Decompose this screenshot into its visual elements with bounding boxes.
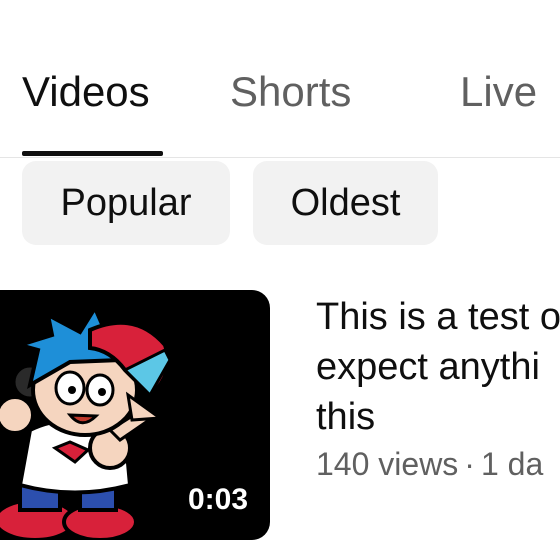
video-title-line-1[interactable]: This is a test o [316, 294, 560, 340]
tab-videos[interactable]: Videos [22, 66, 150, 118]
channel-tabs: Videos Shorts Live [0, 0, 560, 158]
video-metadata: 140 views · 1 da [316, 444, 560, 484]
video-list-item[interactable]: 0:03 This is a test o expect anythi this… [0, 290, 560, 540]
video-title-line-2[interactable]: expect anythi [316, 344, 560, 390]
channel-videos-page: Videos Shorts Live Popular Oldest 0:03 T… [0, 0, 560, 560]
tab-shorts[interactable]: Shorts [230, 66, 351, 118]
chip-popular[interactable]: Popular [22, 161, 230, 245]
video-title-line-3[interactable]: this [316, 394, 560, 440]
meta-separator: · [464, 446, 475, 482]
sort-chips: Popular Oldest [0, 157, 560, 257]
video-duration: 0:03 [187, 483, 248, 516]
video-thumbnail[interactable]: 0:03 [0, 290, 270, 540]
tab-live[interactable]: Live [460, 66, 537, 118]
video-info[interactable]: This is a test o expect anythi this 140 … [316, 290, 560, 484]
upload-age: 1 da [480, 446, 544, 482]
active-tab-indicator [22, 151, 163, 156]
view-count: 140 views [316, 446, 459, 482]
chip-oldest[interactable]: Oldest [253, 161, 438, 245]
